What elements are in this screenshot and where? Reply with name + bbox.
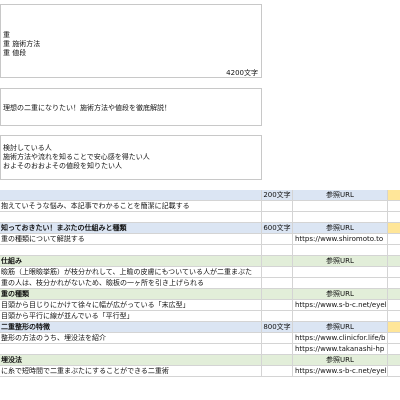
extra-cell[interactable]: [388, 201, 400, 211]
keyword-box[interactable]: 重 重 施術方法 重 値段 4200文字: [0, 4, 262, 78]
table-row[interactable]: 知っておきたい！まぶたの仕組みと種類 600文字 参照URL: [0, 223, 400, 234]
table-row[interactable]: に糸で短時間で二重まぶたにすることができる二重術 https://www.s-b-…: [0, 366, 400, 377]
char-count: 4200文字: [226, 69, 258, 77]
outline-cell[interactable]: 整形の方法のうち、埋没法を紹介: [0, 333, 262, 343]
char-count-cell[interactable]: [262, 289, 293, 299]
extra-cell[interactable]: [388, 355, 400, 365]
char-count-cell[interactable]: [262, 278, 293, 288]
reference-url-cell[interactable]: 参照URL: [293, 355, 388, 365]
char-count-cell[interactable]: [262, 300, 293, 310]
table-row[interactable]: [0, 212, 400, 223]
outline-cell[interactable]: [0, 344, 262, 354]
outline-cell[interactable]: 重の種類: [0, 289, 262, 299]
extra-cell[interactable]: [388, 289, 400, 299]
extra-cell[interactable]: [388, 311, 400, 321]
table-row[interactable]: 目頭から目じりにかけて徐々に幅が広がっている「末広型」 https://www.s…: [0, 300, 400, 311]
outline-cell[interactable]: [0, 212, 262, 222]
reference-url-cell[interactable]: https://www.takanashi-hp: [293, 344, 388, 354]
char-count-cell[interactable]: [262, 212, 293, 222]
table-row[interactable]: 二重整形の特徴 800文字 参照URL: [0, 322, 400, 333]
outline-cell[interactable]: 仕組み: [0, 256, 262, 266]
target-line-1: 検討している人: [3, 144, 52, 152]
char-count-cell[interactable]: [262, 234, 293, 244]
reference-url-cell[interactable]: 参照URL: [293, 256, 388, 266]
table-row[interactable]: https://www.takanashi-hp: [0, 344, 400, 355]
outline-cell[interactable]: [0, 245, 262, 255]
char-count-cell[interactable]: [262, 267, 293, 277]
outline-cell[interactable]: 目頭から目じりにかけて徐々に幅が広がっている「末広型」: [0, 300, 262, 310]
reference-url-cell[interactable]: https://www.s-b-c.net/eyel: [293, 366, 388, 376]
table-row[interactable]: [0, 245, 400, 256]
keyword-line-1: 重: [3, 31, 10, 39]
reference-url-cell[interactable]: https://www.clinicfor.life/b: [293, 333, 388, 343]
extra-cell[interactable]: [388, 267, 400, 277]
outline-cell[interactable]: 二重整形の特徴: [0, 322, 262, 332]
reference-url-cell[interactable]: [293, 212, 388, 222]
char-count-cell[interactable]: [262, 201, 293, 211]
reference-url-cell[interactable]: 参照URL: [293, 190, 388, 200]
outline-cell[interactable]: [0, 190, 262, 200]
outline-cell[interactable]: 目頭から平行に線が並んでいる「平行型」: [0, 311, 262, 321]
char-count-cell[interactable]: [262, 344, 293, 354]
reference-url-cell[interactable]: [293, 267, 388, 277]
extra-cell[interactable]: [388, 245, 400, 255]
outline-cell[interactable]: 瞼筋（上眼瞼挙筋）が枝分かれして、上瞼の皮膚にもついている人が二重まぶた: [0, 267, 262, 277]
table-row[interactable]: 目頭から平行に線が並んでいる「平行型」: [0, 311, 400, 322]
target-line-3: およそのおおよその値段を知りたい人: [3, 162, 122, 170]
reference-url-cell[interactable]: 参照URL: [293, 322, 388, 332]
extra-cell[interactable]: [388, 300, 400, 310]
reference-url-cell[interactable]: https://www.s-b-c.net/eyeli: [293, 300, 388, 310]
char-count-cell[interactable]: [262, 245, 293, 255]
extra-cell[interactable]: [388, 344, 400, 354]
extra-cell[interactable]: [388, 333, 400, 343]
outline-cell[interactable]: 抱えていそうな悩み、本記事でわかることを簡潔に記載する: [0, 201, 262, 211]
extra-cell[interactable]: [388, 190, 400, 200]
keyword-line-3: 重 値段: [3, 49, 27, 57]
reference-url-cell[interactable]: [293, 278, 388, 288]
table-row[interactable]: 200文字 参照URL: [0, 190, 400, 201]
extra-cell[interactable]: [388, 223, 400, 233]
target-reader-box[interactable]: 検討している人 施術方法や流れを知ることで安心感を得たい人 およそのおおよその値…: [0, 135, 262, 180]
table-row[interactable]: 瞼筋（上眼瞼挙筋）が枝分かれして、上瞼の皮膚にもついている人が二重まぶた: [0, 267, 400, 278]
outline-cell[interactable]: 重の人は、枝分かれがないため、瞼板の一ヶ所を引き上げられる: [0, 278, 262, 288]
table-row[interactable]: 埋没法 参照URL: [0, 355, 400, 366]
outline-cell[interactable]: 知っておきたい！まぶたの仕組みと種類: [0, 223, 262, 233]
extra-cell[interactable]: [388, 278, 400, 288]
reference-url-cell[interactable]: [293, 311, 388, 321]
target-line-2: 施術方法や流れを知ることで安心感を得たい人: [3, 153, 150, 161]
table-row[interactable]: 抱えていそうな悩み、本記事でわかることを簡潔に記載する: [0, 201, 400, 212]
reference-url-cell[interactable]: 参照URL: [293, 289, 388, 299]
keyword-line-2: 重 施術方法: [3, 40, 41, 48]
char-count-cell[interactable]: 800文字: [262, 322, 293, 332]
table-row[interactable]: 整形の方法のうち、埋没法を紹介 https://www.clinicfor.lif…: [0, 333, 400, 344]
table-row[interactable]: 重の人は、枝分かれがないため、瞼板の一ヶ所を引き上げられる: [0, 278, 400, 289]
char-count-cell[interactable]: [262, 366, 293, 376]
reference-url-cell[interactable]: https://www.shiromoto.to: [293, 234, 388, 244]
char-count-cell[interactable]: [262, 333, 293, 343]
outline-cell[interactable]: 埋没法: [0, 355, 262, 365]
extra-cell[interactable]: [388, 234, 400, 244]
char-count-cell[interactable]: [262, 311, 293, 321]
outline-cell[interactable]: に糸で短時間で二重まぶたにすることができる二重術: [0, 366, 262, 376]
char-count-cell[interactable]: [262, 256, 293, 266]
char-count-cell[interactable]: 600文字: [262, 223, 293, 233]
char-count-cell[interactable]: [262, 355, 293, 365]
table-row[interactable]: 仕組み 参照URL: [0, 256, 400, 267]
table-row[interactable]: 重の種類について解説する https://www.shiromoto.to: [0, 234, 400, 245]
reference-url-cell[interactable]: [293, 245, 388, 255]
extra-cell[interactable]: [388, 366, 400, 376]
table-row[interactable]: 重の種類 参照URL: [0, 289, 400, 300]
extra-cell[interactable]: [388, 256, 400, 266]
extra-cell[interactable]: [388, 322, 400, 332]
reference-url-cell[interactable]: [293, 201, 388, 211]
reference-url-cell[interactable]: 参照URL: [293, 223, 388, 233]
article-title: 理想の二重になりたい！施術方法や値段を徹底解説！: [3, 104, 171, 112]
char-count-cell[interactable]: 200文字: [262, 190, 293, 200]
extra-cell[interactable]: [388, 212, 400, 222]
title-box[interactable]: 理想の二重になりたい！施術方法や値段を徹底解説！: [0, 88, 262, 126]
outline-cell[interactable]: 重の種類について解説する: [0, 234, 262, 244]
